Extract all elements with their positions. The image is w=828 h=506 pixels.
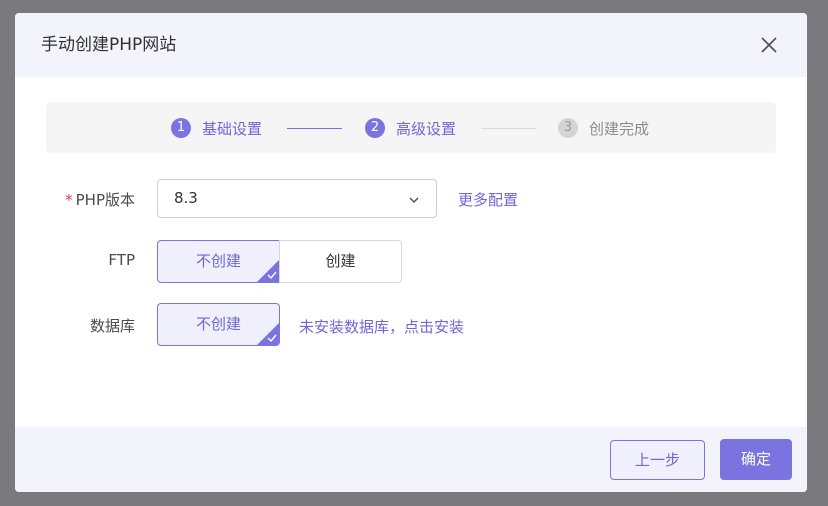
ftp-label: FTP <box>108 251 135 269</box>
database-option-no-create[interactable]: 不创建 <box>157 303 280 346</box>
step-indicator: 1 基础设置 2 高级设置 3 创建完成 <box>46 102 776 153</box>
step-complete: 3 创建完成 <box>558 117 649 139</box>
option-label: 创建 <box>325 252 356 270</box>
step-label: 创建完成 <box>589 119 650 138</box>
php-version-select[interactable]: 8.3 <box>157 179 437 218</box>
ftp-option-no-create[interactable]: 不创建 <box>157 240 280 283</box>
step-label: 基础设置 <box>202 119 263 138</box>
step-connector <box>287 128 342 129</box>
step-number: 3 <box>558 118 578 138</box>
previous-step-button[interactable]: 上一步 <box>610 440 705 480</box>
install-database-link[interactable]: 未安装数据库，点击安装 <box>299 316 464 337</box>
confirm-button[interactable]: 确定 <box>720 439 792 480</box>
ftp-option-create[interactable]: 创建 <box>279 240 402 283</box>
step-basic-settings: 1 基础设置 <box>171 117 262 139</box>
close-button[interactable] <box>757 33 781 57</box>
step-number: 1 <box>171 118 191 138</box>
chevron-down-icon <box>409 197 419 204</box>
step-connector <box>481 128 536 129</box>
database-label: 数据库 <box>89 317 135 335</box>
option-label: 不创建 <box>195 315 241 333</box>
dialog-title: 手动创建PHP网站 <box>41 35 177 55</box>
php-version-value: 8.3 <box>174 189 198 207</box>
required-mark: * <box>65 191 73 209</box>
option-label: 不创建 <box>195 252 241 270</box>
step-advanced-settings: 2 高级设置 <box>365 117 456 139</box>
more-config-link[interactable]: 更多配置 <box>458 189 518 210</box>
step-label: 高级设置 <box>396 119 457 138</box>
step-number: 2 <box>365 118 385 138</box>
check-icon <box>257 260 279 282</box>
php-version-label: * PHP版本 <box>65 191 135 209</box>
check-icon <box>257 323 279 345</box>
create-php-site-dialog: 手动创建PHP网站 1 基础设置 2 高级设置 3 创建完成 * PHP版本 8.… <box>15 13 807 492</box>
close-icon <box>761 37 777 53</box>
dialog-header: 手动创建PHP网站 <box>15 13 807 77</box>
